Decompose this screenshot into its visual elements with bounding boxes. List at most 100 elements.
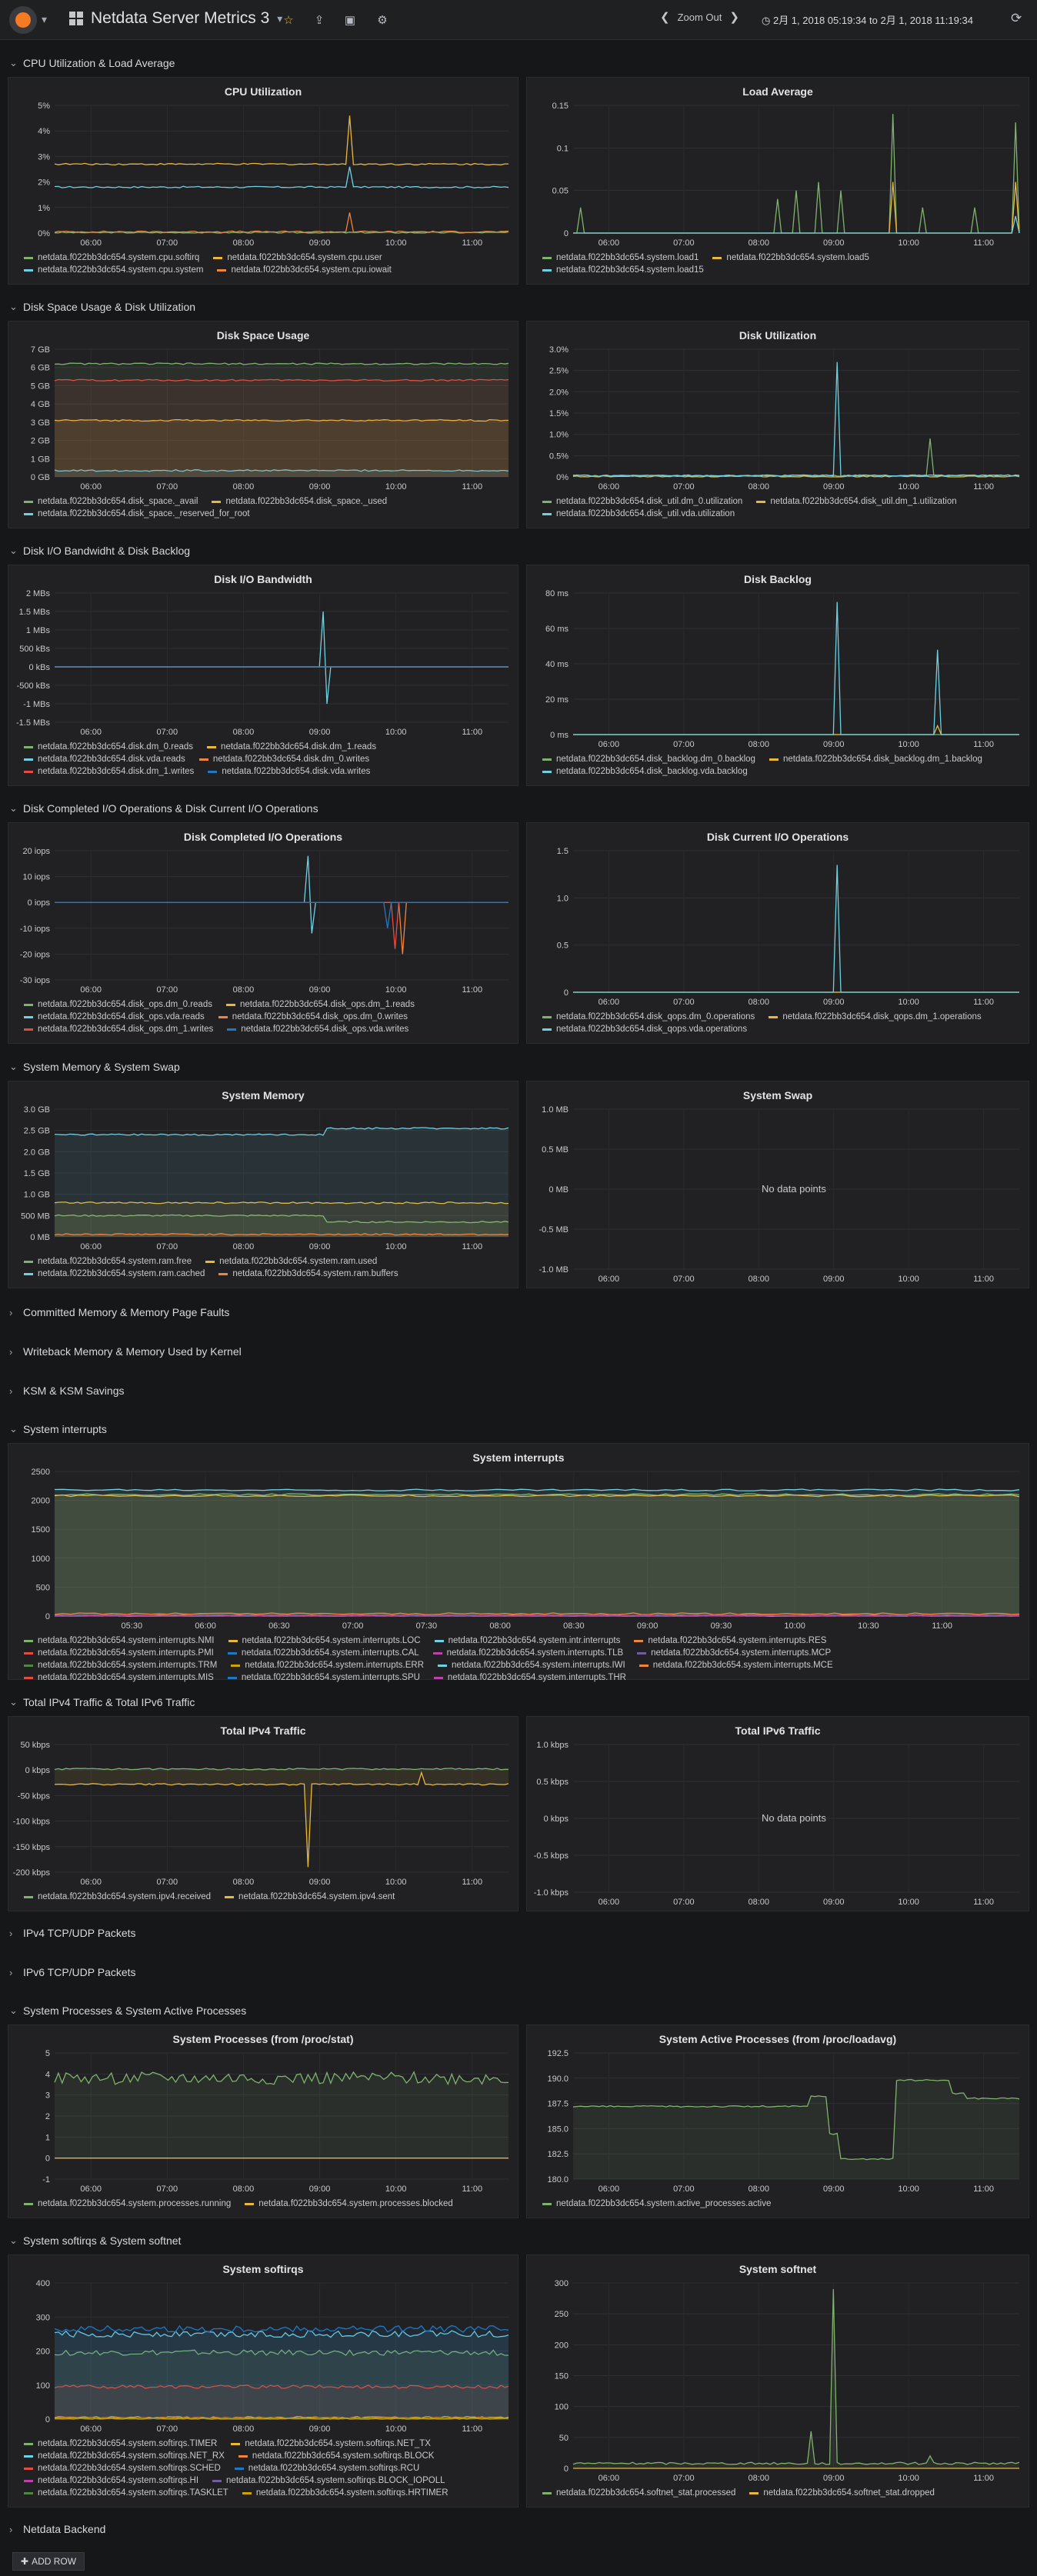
- legend-item[interactable]: netdata.f022bb3dc654.disk_util.dm_1.util…: [756, 497, 957, 506]
- legend-item[interactable]: netdata.f022bb3dc654.system.softirqs.BLO…: [238, 2451, 434, 2461]
- legend-item[interactable]: netdata.f022bb3dc654.disk_qops.vda.opera…: [542, 1025, 747, 1034]
- panel-system-memory[interactable]: System Memory 3.0 GB 2.5 GB 2.0 GB 1.5 GB 1.0…: [8, 1081, 518, 1288]
- legend-item[interactable]: netdata.f022bb3dc654.system.softirqs.RCU: [234, 2464, 419, 2473]
- legend-item[interactable]: netdata.f022bb3dc654.system.ipv4.sent: [225, 1892, 395, 1901]
- row-header[interactable]: ⌄ System Memory & System Swap: [9, 1061, 180, 1073]
- legend-item[interactable]: netdata.f022bb3dc654.system.interrupts.P…: [24, 1648, 214, 1658]
- legend-item[interactable]: netdata.f022bb3dc654.disk_qops.dm_0.oper…: [542, 1012, 755, 1021]
- panel-system-processes[interactable]: System Processes (from /proc/stat) 5 4 3 2 1 0…: [8, 2024, 518, 2218]
- legend-item[interactable]: netdata.f022bb3dc654.system.cpu.softirq: [24, 253, 199, 262]
- row-header[interactable]: › KSM & KSM Savings: [9, 1385, 125, 1397]
- star-icon[interactable]: ☆: [277, 9, 300, 31]
- refresh-icon[interactable]: ⟳: [1011, 11, 1022, 26]
- panel-load-average[interactable]: Load Average 0.15 0.1 0.05 0 06:00 07:00 08:00 0…: [526, 77, 1029, 285]
- legend-item[interactable]: netdata.f022bb3dc654.disk.dm_1.reads: [207, 742, 376, 751]
- legend-item[interactable]: netdata.f022bb3dc654.system.interrupts.M…: [637, 1648, 831, 1658]
- panel-disk-utilization[interactable]: Disk Utilization 3.0% 2.5% 2.0% 1.5% 1.0% 0.5%…: [526, 321, 1029, 528]
- legend-item[interactable]: netdata.f022bb3dc654.system.ram.cached: [24, 1269, 205, 1278]
- panel-ipv4-traffic[interactable]: Total IPv4 Traffic 50 kbps 0 kbps -50 kbps -…: [8, 1716, 518, 1911]
- legend-item[interactable]: netdata.f022bb3dc654.system.load15: [542, 265, 704, 275]
- panel-disk-completed-io[interactable]: Disk Completed I/O Operations 20 iops 10 i…: [8, 822, 518, 1044]
- row-header[interactable]: › IPv6 TCP/UDP Packets: [9, 1966, 136, 1978]
- legend-item[interactable]: netdata.f022bb3dc654.disk.dm_1.writes: [24, 767, 194, 776]
- legend-item[interactable]: netdata.f022bb3dc654.disk_ops.vda.reads: [24, 1012, 205, 1021]
- share-icon[interactable]: ⇪: [308, 9, 331, 31]
- legend-item[interactable]: netdata.f022bb3dc654.system.ram.used: [205, 1257, 377, 1266]
- save-icon[interactable]: ▣: [338, 9, 362, 31]
- legend-item[interactable]: netdata.f022bb3dc654.system.load5: [712, 253, 869, 262]
- legend-item[interactable]: netdata.f022bb3dc654.disk_ops.dm_0.write…: [218, 1012, 408, 1021]
- panel-disk-current-io[interactable]: Disk Current I/O Operations 1.5 1.0 0.5 0 06:…: [526, 822, 1029, 1044]
- legend-item[interactable]: netdata.f022bb3dc654.system.softirqs.HI: [24, 2476, 198, 2485]
- legend-item[interactable]: netdata.f022bb3dc654.disk.dm_0.reads: [24, 742, 193, 751]
- legend-item[interactable]: netdata.f022bb3dc654.softnet_stat.proces…: [542, 2488, 735, 2498]
- legend-item[interactable]: netdata.f022bb3dc654.system.processes.bl…: [245, 2199, 453, 2208]
- legend-item[interactable]: netdata.f022bb3dc654.system.interrupts.T…: [432, 1648, 623, 1658]
- chevron-left-icon[interactable]: ❮: [660, 10, 670, 24]
- row-header[interactable]: ⌄ System interrupts: [9, 1423, 107, 1435]
- legend-item[interactable]: netdata.f022bb3dc654.system.interrupts.S…: [227, 1673, 420, 1682]
- legend-item[interactable]: netdata.f022bb3dc654.disk_space._used: [212, 497, 387, 506]
- row-header[interactable]: ⌄ Total IPv4 Traffic & Total IPv6 Traffic: [9, 1696, 195, 1708]
- legend-item[interactable]: netdata.f022bb3dc654.system.cpu.iowait: [217, 265, 392, 275]
- panel-system-swap[interactable]: System Swap 1.0 MB 0.5 MB 0 MB -0.5 MB -1.0 M…: [526, 1081, 1029, 1288]
- legend-item[interactable]: netdata.f022bb3dc654.disk_space._reserve…: [24, 509, 250, 518]
- panel-system-softnet[interactable]: System softnet 300 250 200 150 100 50 0 06:00 07:…: [526, 2254, 1029, 2508]
- legend-item[interactable]: netdata.f022bb3dc654.system.processes.ru…: [24, 2199, 231, 2208]
- legend-item[interactable]: netdata.f022bb3dc654.disk_util.dm_0.util…: [542, 497, 742, 506]
- panel-disk-io-bandwidth[interactable]: Disk I/O Bandwidth 2 MBs 1.5 MBs 1 MBs 500 k…: [8, 565, 518, 786]
- zoom-out-button[interactable]: Zoom Out: [678, 12, 722, 23]
- chevron-down-icon[interactable]: ▾: [42, 13, 47, 26]
- legend-item[interactable]: netdata.f022bb3dc654.disk_backlog.dm_0.b…: [542, 755, 755, 764]
- legend-item[interactable]: netdata.f022bb3dc654.system.softirqs.NET…: [231, 2439, 431, 2448]
- legend-item[interactable]: netdata.f022bb3dc654.disk_util.vda.utili…: [542, 509, 735, 518]
- row-header[interactable]: ⌄ Disk I/O Bandwidht & Disk Backlog: [9, 545, 190, 557]
- legend-item[interactable]: netdata.f022bb3dc654.softnet_stat.droppe…: [749, 2488, 935, 2498]
- legend-item[interactable]: netdata.f022bb3dc654.system.softirqs.TIM…: [24, 2439, 217, 2448]
- legend-item[interactable]: netdata.f022bb3dc654.system.softirqs.HRT…: [242, 2488, 448, 2498]
- legend-item[interactable]: netdata.f022bb3dc654.system.interrupts.C…: [227, 1648, 419, 1658]
- legend-item[interactable]: netdata.f022bb3dc654.disk_qops.dm_1.oper…: [769, 1012, 982, 1021]
- legend-item[interactable]: netdata.f022bb3dc654.system.intr.interru…: [434, 1636, 620, 1645]
- legend-item[interactable]: netdata.f022bb3dc654.system.ipv4.receive…: [24, 1892, 211, 1901]
- panel-system-interrupts[interactable]: System interrupts 2500 2000 1500 1000 500 0 05:…: [8, 1443, 1029, 1682]
- time-range-picker[interactable]: ◷ 2月 1, 2018 05:19:34 to 2月 1, 2018 11:1…: [762, 12, 973, 27]
- row-header[interactable]: ⌄ CPU Utilization & Load Average: [9, 57, 175, 69]
- legend-item[interactable]: netdata.f022bb3dc654.system.ram.buffers: [218, 1269, 398, 1278]
- legend-item[interactable]: netdata.f022bb3dc654.system.load1: [542, 253, 699, 262]
- legend-item[interactable]: netdata.f022bb3dc654.system.interrupts.E…: [231, 1661, 424, 1670]
- legend-item[interactable]: netdata.f022bb3dc654.disk_backlog.dm_1.b…: [769, 755, 982, 764]
- row-header[interactable]: › IPv4 TCP/UDP Packets: [9, 1927, 136, 1939]
- legend-item[interactable]: netdata.f022bb3dc654.disk.vda.writes: [208, 767, 370, 776]
- gear-icon[interactable]: ⚙: [371, 9, 394, 31]
- row-header[interactable]: › Netdata Backend: [9, 2523, 105, 2535]
- legend-item[interactable]: netdata.f022bb3dc654.system.cpu.user: [213, 253, 382, 262]
- legend-item[interactable]: netdata.f022bb3dc654.system.active_proce…: [542, 2199, 771, 2208]
- row-header[interactable]: ⌄ System Processes & System Active Proces…: [9, 2004, 246, 2017]
- row-header[interactable]: ⌄ Disk Space Usage & Disk Utilization: [9, 301, 195, 313]
- row-header[interactable]: › Committed Memory & Memory Page Faults: [9, 1306, 229, 1318]
- panel-system-softirqs[interactable]: System softirqs 400 300 200 100 0 06:00 07:00 08…: [8, 2254, 518, 2508]
- legend-item[interactable]: netdata.f022bb3dc654.disk_ops.dm_1.write…: [24, 1025, 213, 1034]
- panel-disk-backlog[interactable]: Disk Backlog 80 ms 60 ms 40 ms 20 ms 0 ms 06:0…: [526, 565, 1029, 786]
- legend-item[interactable]: netdata.f022bb3dc654.system.cpu.system: [24, 265, 203, 275]
- legend-item[interactable]: netdata.f022bb3dc654.disk_ops.vda.writes: [227, 1025, 408, 1034]
- legend-item[interactable]: netdata.f022bb3dc654.system.softirqs.NET…: [24, 2451, 225, 2461]
- legend-item[interactable]: netdata.f022bb3dc654.system.interrupts.R…: [634, 1636, 826, 1645]
- legend-item[interactable]: netdata.f022bb3dc654.system.interrupts.L…: [228, 1636, 421, 1645]
- dashboard-title[interactable]: Netdata Server Metrics 3 ▾: [69, 9, 282, 28]
- legend-item[interactable]: netdata.f022bb3dc654.disk_backlog.vda.ba…: [542, 767, 748, 776]
- legend-item[interactable]: netdata.f022bb3dc654.system.softirqs.BLO…: [212, 2476, 445, 2485]
- add-row-button[interactable]: ✚ ADD ROW: [12, 2552, 85, 2571]
- legend-item[interactable]: netdata.f022bb3dc654.system.interrupts.M…: [24, 1673, 214, 1682]
- panel-ipv6-traffic[interactable]: Total IPv6 Traffic 1.0 kbps 0.5 kbps 0 kbps…: [526, 1716, 1029, 1911]
- legend-item[interactable]: netdata.f022bb3dc654.disk_space._avail: [24, 497, 198, 506]
- legend-item[interactable]: netdata.f022bb3dc654.disk_ops.dm_0.reads: [24, 1000, 212, 1009]
- legend-item[interactable]: netdata.f022bb3dc654.disk.dm_0.writes: [198, 755, 369, 764]
- legend-item[interactable]: netdata.f022bb3dc654.system.interrupts.T…: [433, 1673, 626, 1682]
- legend-item[interactable]: netdata.f022bb3dc654.disk.vda.reads: [24, 755, 185, 764]
- grafana-logo-icon[interactable]: [9, 6, 37, 34]
- legend-item[interactable]: netdata.f022bb3dc654.disk_ops.dm_1.reads: [225, 1000, 415, 1009]
- panel-active-processes[interactable]: System Active Processes (from /proc/load…: [526, 2024, 1029, 2218]
- chevron-right-icon[interactable]: ❯: [729, 10, 739, 24]
